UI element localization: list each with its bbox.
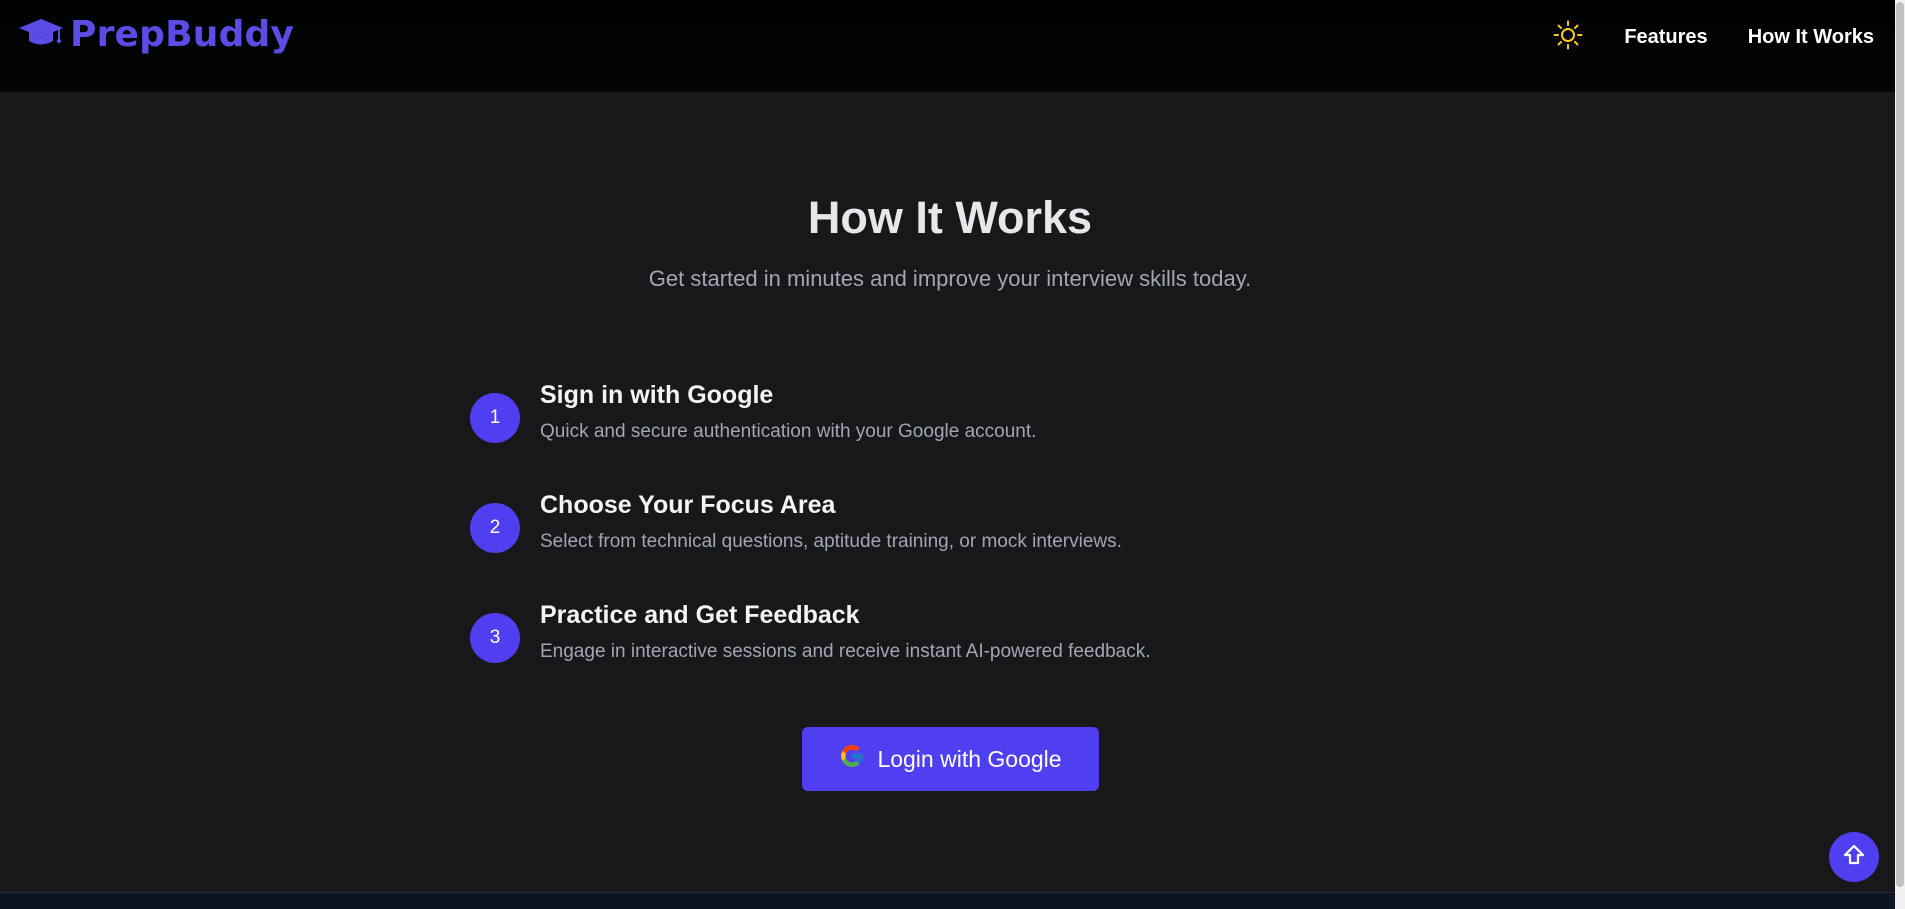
section-title: How It Works [807, 192, 1093, 243]
step-item: 1 Sign in with Google Quick and secure a… [470, 381, 1370, 451]
brand-name: PrepBuddy [70, 13, 295, 55]
arrow-up-icon [1843, 844, 1865, 871]
main-nav: Features How It Works [1553, 20, 1874, 55]
login-with-google-button[interactable]: Login with Google [802, 727, 1099, 791]
scrollbar[interactable] [1895, 0, 1905, 909]
step-number-badge: 2 [470, 503, 520, 553]
step-description: Select from technical questions, aptitud… [540, 531, 1122, 552]
nav-link-how-it-works[interactable]: How It Works [1748, 26, 1874, 49]
step-title: Sign in with Google [540, 381, 774, 409]
login-button-label: Login with Google [877, 745, 1062, 772]
theme-toggle-button[interactable] [1553, 20, 1583, 55]
footer-strip [0, 892, 1895, 909]
site-header: PrepBuddy Features How It Works [0, 0, 1895, 92]
page: PrepBuddy Features How It Works How It W… [0, 0, 1905, 909]
step-description: Quick and secure authentication with you… [540, 421, 1037, 442]
step-item: 2 Choose Your Focus Area Select from tec… [470, 491, 1370, 561]
graduation-cap-icon [18, 15, 64, 54]
sun-icon [1553, 20, 1583, 55]
google-icon [839, 743, 865, 775]
scroll-to-top-button[interactable] [1829, 832, 1879, 882]
brand-logo[interactable]: PrepBuddy [18, 13, 295, 55]
step-title: Choose Your Focus Area [540, 491, 836, 519]
step-number-badge: 1 [470, 393, 520, 443]
scrollbar-thumb[interactable] [1896, 2, 1904, 887]
nav-link-features[interactable]: Features [1624, 26, 1707, 49]
step-number-badge: 3 [470, 613, 520, 663]
step-description: Engage in interactive sessions and recei… [540, 641, 1151, 662]
section-subtitle: Get started in minutes and improve your … [648, 266, 1252, 291]
step-title: Practice and Get Feedback [540, 601, 860, 629]
step-item: 3 Practice and Get Feedback Engage in in… [470, 601, 1370, 671]
